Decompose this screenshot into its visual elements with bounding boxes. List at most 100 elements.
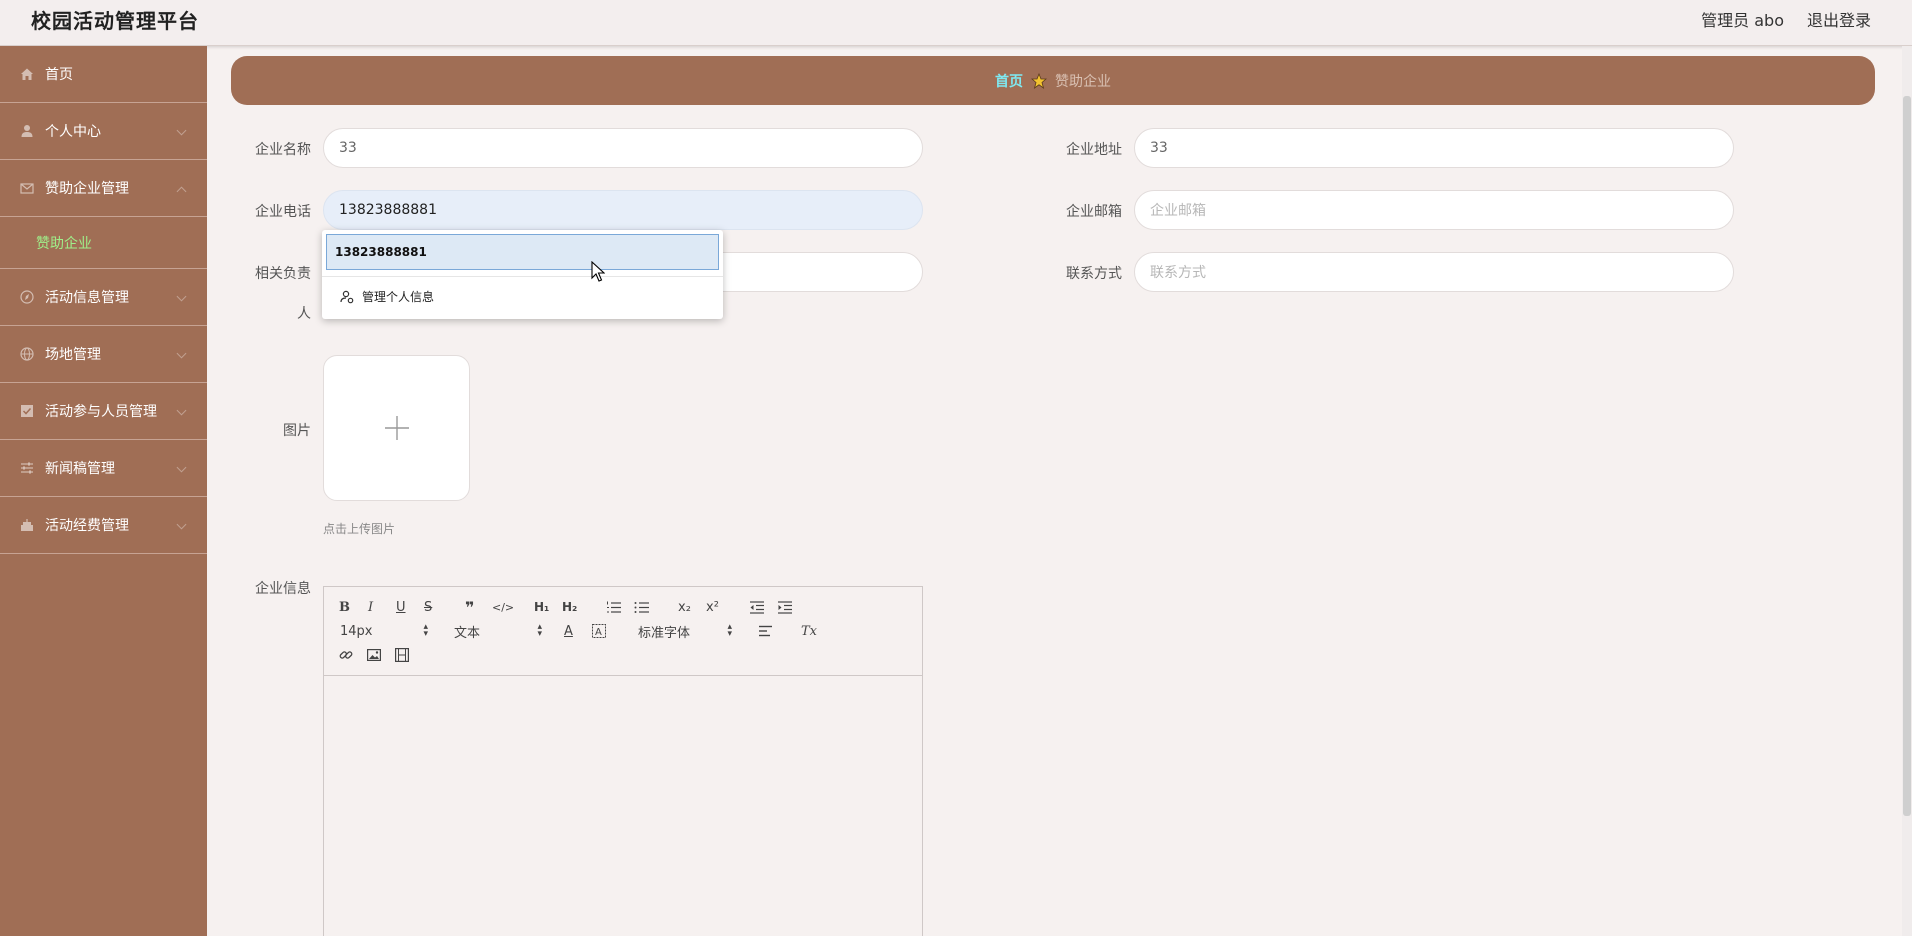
sidebar-item-label: 首页: [45, 67, 73, 83]
divider: [322, 276, 723, 277]
svg-text:A: A: [595, 627, 602, 638]
manage-label: 管理个人信息: [362, 290, 435, 304]
ordered-list-icon[interactable]: [606, 598, 621, 616]
sidebar-item-label: 个人中心: [45, 124, 101, 140]
header2-icon[interactable]: H₂: [562, 598, 577, 616]
rich-text-editor: B I U S ❞ </> H₁ H₂ x₂ x² 14px ▴ ▾ 文本 ▴ ▾ …: [323, 586, 923, 936]
select-arrows-icon: ▴ ▾: [537, 622, 542, 639]
company-info-label: 企业信息: [255, 581, 311, 597]
clear-format-icon[interactable]: Tx: [801, 622, 817, 640]
sidebar-item-activity-info[interactable]: 活动信息管理: [0, 269, 207, 326]
star-icon: [1031, 72, 1047, 89]
subscript-icon[interactable]: x₂: [678, 598, 691, 616]
chevron-down-icon: [176, 405, 187, 416]
block-type-select[interactable]: 文本 ▴ ▾: [454, 622, 542, 641]
sidebar-item-profile[interactable]: 个人中心: [0, 103, 207, 160]
code-block-icon[interactable]: </>: [492, 598, 514, 616]
autocomplete-option[interactable]: 13823888881: [326, 234, 719, 270]
video-icon[interactable]: [395, 646, 409, 664]
chevron-down-icon: [176, 291, 187, 302]
company-phone-label: 企业电话: [255, 204, 311, 220]
company-name-label: 企业名称: [255, 142, 311, 158]
background-color-icon[interactable]: A: [592, 622, 606, 640]
sidebar-item-venue[interactable]: 场地管理: [0, 326, 207, 383]
current-user: 管理员 abo: [1701, 11, 1784, 30]
sidebar-subitem-sponsor[interactable]: 赞助企业: [0, 217, 207, 269]
superscript-icon[interactable]: x²: [706, 598, 719, 616]
breadcrumb-home[interactable]: 首页: [995, 71, 1023, 91]
font-size-value: 14px: [340, 623, 373, 639]
app-title: 校园活动管理平台: [31, 9, 199, 33]
sidebar-item-label: 活动经费管理: [45, 518, 129, 534]
sidebar: 首页 个人中心 赞助企业管理 赞助企业 活动信息管理 场地管理 活动参与人员管理: [0, 46, 207, 936]
image-label: 图片: [283, 423, 311, 439]
outdent-icon[interactable]: [749, 598, 764, 616]
home-icon: [20, 67, 34, 81]
company-name-input[interactable]: 33: [323, 128, 923, 168]
checkbox-icon: [20, 404, 34, 418]
header1-icon[interactable]: H₁: [534, 598, 549, 616]
indent-icon[interactable]: [777, 598, 792, 616]
sidebar-item-press[interactable]: 新闻稿管理: [0, 440, 207, 497]
sidebar-item-funds[interactable]: 活动经费管理: [0, 497, 207, 554]
company-address-input[interactable]: 33: [1134, 128, 1734, 168]
globe-icon: [20, 347, 34, 361]
chevron-down-icon: [176, 125, 187, 136]
mouse-cursor-icon: [591, 261, 605, 282]
scrollbar-thumb[interactable]: [1903, 96, 1911, 816]
select-arrows-icon: ▴ ▾: [727, 622, 732, 639]
font-family-value: 标准字体: [638, 625, 691, 641]
blockquote-icon[interactable]: ❞: [465, 598, 474, 617]
company-phone-input[interactable]: 13823888881: [323, 190, 923, 230]
underline-icon[interactable]: U: [396, 598, 406, 616]
chevron-down-icon: [176, 519, 187, 530]
sidebar-item-label: 场地管理: [45, 347, 101, 363]
link-icon[interactable]: [339, 646, 353, 664]
sidebar-item-home[interactable]: 首页: [0, 46, 207, 103]
sidebar-item-participants[interactable]: 活动参与人员管理: [0, 383, 207, 440]
image-icon[interactable]: [367, 646, 381, 664]
font-size-select[interactable]: 14px ▴ ▾: [340, 622, 428, 640]
breadcrumb: 首页 赞助企业: [231, 56, 1875, 105]
contact-person-label: 相关负责: [255, 266, 311, 282]
chevron-down-icon: [176, 348, 187, 359]
editor-content-area[interactable]: [324, 676, 922, 936]
bullet-list-icon[interactable]: [634, 598, 649, 616]
sidebar-item-label: 赞助企业管理: [45, 181, 129, 197]
font-color-icon[interactable]: A: [564, 622, 573, 640]
company-email-label: 企业邮箱: [1066, 204, 1122, 220]
chevron-down-icon: [176, 462, 187, 473]
align-left-icon[interactable]: [758, 622, 773, 640]
contact-method-input[interactable]: 联系方式: [1134, 252, 1734, 292]
top-header: 校园活动管理平台 管理员 abo 退出登录: [0, 0, 1912, 46]
company-address-label: 企业地址: [1066, 142, 1122, 158]
page-scrollbar[interactable]: [1902, 46, 1912, 936]
company-email-input[interactable]: 企业邮箱: [1134, 190, 1734, 230]
person-settings-icon: [340, 290, 354, 303]
mail-icon: [20, 181, 34, 195]
image-upload-button[interactable]: [323, 355, 470, 501]
sidebar-item-label: 活动参与人员管理: [45, 404, 157, 420]
block-type-value: 文本: [454, 625, 481, 641]
bold-icon[interactable]: B: [339, 598, 350, 616]
sidebar-item-sponsor-management[interactable]: 赞助企业管理: [0, 160, 207, 217]
breadcrumb-current: 赞助企业: [1055, 73, 1111, 90]
user-icon: [20, 124, 34, 138]
italic-icon[interactable]: I: [368, 598, 373, 616]
font-family-select[interactable]: 标准字体 ▴ ▾: [638, 622, 732, 641]
upload-tip: 点击上传图片: [323, 522, 396, 536]
plus-icon: [384, 416, 409, 440]
logout-button[interactable]: 退出登录: [1807, 7, 1871, 31]
contact-method-label: 联系方式: [1066, 266, 1122, 282]
cake-icon: [20, 518, 34, 532]
sidebar-item-label: 活动信息管理: [45, 290, 129, 306]
sliders-icon: [20, 461, 34, 475]
editor-toolbar: B I U S ❞ </> H₁ H₂ x₂ x² 14px ▴ ▾ 文本 ▴ ▾ …: [324, 587, 922, 676]
contact-person-label-line2: 人: [297, 306, 311, 322]
select-arrows-icon: ▴ ▾: [423, 622, 428, 639]
strikethrough-icon[interactable]: S: [424, 598, 432, 616]
autocomplete-dropdown: 13823888881 管理个人信息: [322, 230, 723, 319]
chevron-up-icon: [176, 186, 187, 197]
manage-personal-info-link[interactable]: 管理个人信息: [340, 288, 434, 305]
sidebar-item-label: 新闻稿管理: [45, 461, 115, 477]
